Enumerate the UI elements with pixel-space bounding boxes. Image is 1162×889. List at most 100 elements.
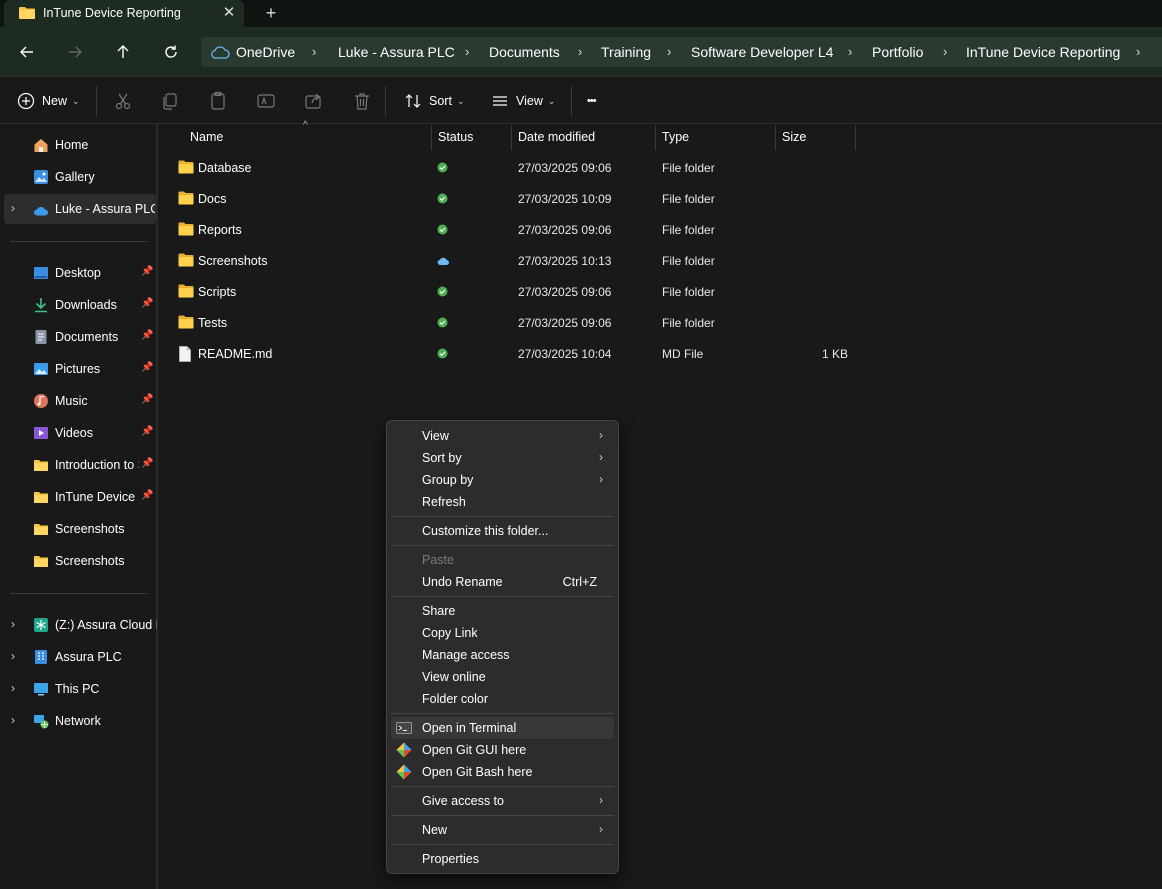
menu-item-view[interactable]: View › xyxy=(391,425,614,447)
column-label: Status xyxy=(438,130,474,144)
breadcrumb-portfolio[interactable]: Portfolio xyxy=(872,44,923,60)
column-header-date[interactable]: Date modified xyxy=(518,124,655,150)
refresh-button[interactable] xyxy=(159,41,183,63)
file-row[interactable]: Scripts 27/03/2025 09:06 File folder xyxy=(172,277,856,307)
delete-icon[interactable] xyxy=(352,91,372,111)
network-drive-icon xyxy=(34,618,48,632)
menu-item-give-access[interactable]: Give access to › xyxy=(391,790,614,812)
column-header-size[interactable]: Size xyxy=(782,124,855,150)
column-divider[interactable] xyxy=(431,125,432,150)
new-tab-button[interactable]: + xyxy=(261,2,281,24)
sidebar-item-desktop[interactable]: Desktop 📌 xyxy=(4,258,156,288)
breadcrumb-software-developer[interactable]: Software Developer L4 xyxy=(691,44,833,60)
sidebar-item-home[interactable]: Home xyxy=(4,130,156,160)
menu-item-undo-rename[interactable]: Undo Rename Ctrl+Z xyxy=(391,571,614,593)
column-divider[interactable] xyxy=(775,125,776,150)
sidebar-item-this-pc[interactable]: › This PC xyxy=(4,674,156,704)
breadcrumb-luke[interactable]: Luke - Assura PLC xyxy=(338,44,455,60)
file-name: Database xyxy=(198,161,252,175)
sidebar-item-network[interactable]: › Network xyxy=(4,706,156,736)
column-header-type[interactable]: Type xyxy=(662,124,775,150)
folder-icon xyxy=(34,460,48,471)
chevron-right-icon[interactable]: › xyxy=(848,44,852,59)
sidebar-item-z-drive[interactable]: › (Z:) Assura Cloud D xyxy=(4,610,157,640)
view-button[interactable]: View ⌄ xyxy=(491,89,555,113)
sidebar-item-pictures[interactable]: Pictures 📌 xyxy=(4,354,156,384)
share-icon[interactable] xyxy=(304,91,324,111)
file-row[interactable]: Reports 27/03/2025 09:06 File folder xyxy=(172,215,856,245)
file-row[interactable]: Database 27/03/2025 09:06 File folder xyxy=(172,153,856,183)
chevron-right-icon[interactable]: › xyxy=(667,44,671,59)
breadcrumb-intune[interactable]: InTune Device Reporting xyxy=(966,44,1120,60)
sidebar-item-documents[interactable]: Documents 📌 xyxy=(4,322,156,352)
chevron-right-icon[interactable]: › xyxy=(1136,44,1140,59)
menu-label: Give access to xyxy=(422,794,504,808)
menu-item-group-by[interactable]: Group by › xyxy=(391,469,614,491)
paste-icon[interactable] xyxy=(208,91,228,111)
copy-icon[interactable] xyxy=(160,91,180,111)
sidebar-item-onedrive[interactable]: › Luke - Assura PLC xyxy=(4,194,156,224)
menu-divider xyxy=(391,815,614,816)
column-divider[interactable] xyxy=(855,125,856,150)
file-row[interactable]: Screenshots 27/03/2025 10:13 File folder xyxy=(172,246,856,276)
sidebar-item-gallery[interactable]: Gallery xyxy=(4,162,156,192)
column-header-name[interactable]: Name ^ xyxy=(190,120,431,150)
forward-button[interactable] xyxy=(63,41,87,63)
column-divider[interactable] xyxy=(655,125,656,150)
chevron-right-icon[interactable]: › xyxy=(578,44,582,59)
chevron-right-icon[interactable]: › xyxy=(943,44,947,59)
chevron-right-icon[interactable]: › xyxy=(11,617,15,631)
menu-item-git-gui[interactable]: Open Git GUI here xyxy=(391,739,614,761)
sidebar-item-introduction[interactable]: Introduction to S 📌 xyxy=(4,450,156,480)
menu-item-refresh[interactable]: Refresh xyxy=(391,491,614,513)
column-divider[interactable] xyxy=(511,125,512,150)
cut-icon[interactable] xyxy=(113,91,133,111)
more-options-button[interactable]: ••• xyxy=(587,89,597,113)
divider xyxy=(10,593,147,594)
sidebar-item-music[interactable]: Music 📌 xyxy=(4,386,156,416)
sidebar-label: Desktop xyxy=(55,266,101,280)
menu-item-open-terminal[interactable]: Open in Terminal xyxy=(391,717,614,739)
file-row[interactable]: Docs 27/03/2025 10:09 File folder xyxy=(172,184,856,214)
chevron-right-icon[interactable]: › xyxy=(312,44,316,59)
sidebar-item-downloads[interactable]: Downloads 📌 xyxy=(4,290,156,320)
sidebar-item-assura-plc[interactable]: › Assura PLC xyxy=(4,642,156,672)
menu-item-customize-folder[interactable]: Customize this folder... xyxy=(391,520,614,542)
sidebar-item-screenshots-2[interactable]: Screenshots xyxy=(4,546,156,576)
menu-item-properties[interactable]: Properties xyxy=(391,848,614,870)
menu-item-sort-by[interactable]: Sort by › xyxy=(391,447,614,469)
rename-icon[interactable] xyxy=(256,91,276,111)
sidebar-item-videos[interactable]: Videos 📌 xyxy=(4,418,156,448)
menu-item-view-online[interactable]: View online xyxy=(391,666,614,688)
column-header-status[interactable]: Status xyxy=(438,124,511,150)
menu-label: Properties xyxy=(422,852,479,866)
chevron-right-icon[interactable]: › xyxy=(11,649,15,663)
tab-intune-device-reporting[interactable]: InTune Device Reporting ✕ xyxy=(4,0,244,27)
menu-item-copy-link[interactable]: Copy Link xyxy=(391,622,614,644)
new-button[interactable]: New ⌄ xyxy=(17,89,80,113)
menu-item-folder-color[interactable]: Folder color xyxy=(391,688,614,710)
chevron-right-icon[interactable]: › xyxy=(11,713,15,727)
sidebar-label: InTune Device R xyxy=(55,490,139,504)
close-tab-icon[interactable]: ✕ xyxy=(220,4,238,22)
onedrive-cloud-icon xyxy=(34,207,48,216)
sidebar-item-screenshots[interactable]: Screenshots xyxy=(4,514,156,544)
sort-button[interactable]: Sort ⌄ xyxy=(404,89,464,113)
back-button[interactable] xyxy=(15,41,39,63)
file-row[interactable]: Tests 27/03/2025 09:06 File folder xyxy=(172,308,856,338)
menu-item-git-bash[interactable]: Open Git Bash here xyxy=(391,761,614,783)
up-button[interactable] xyxy=(111,41,135,63)
menu-item-share[interactable]: Share xyxy=(391,600,614,622)
breadcrumb-documents[interactable]: Documents xyxy=(489,44,560,60)
breadcrumb-onedrive[interactable]: OneDrive xyxy=(236,44,295,60)
menu-item-new[interactable]: New › xyxy=(391,819,614,841)
address-bar[interactable]: OneDrive › Luke - Assura PLC › Documents… xyxy=(201,37,1162,67)
chevron-right-icon[interactable]: › xyxy=(11,201,15,215)
chevron-right-icon[interactable]: › xyxy=(11,681,15,695)
breadcrumb-training[interactable]: Training xyxy=(601,44,651,60)
chevron-right-icon[interactable]: › xyxy=(465,44,469,59)
sidebar-item-intune[interactable]: InTune Device R 📌 xyxy=(4,482,156,512)
file-name: Scripts xyxy=(198,285,237,299)
file-row[interactable]: README.md 27/03/2025 10:04 MD File 1 KB xyxy=(172,339,856,369)
menu-item-manage-access[interactable]: Manage access xyxy=(391,644,614,666)
